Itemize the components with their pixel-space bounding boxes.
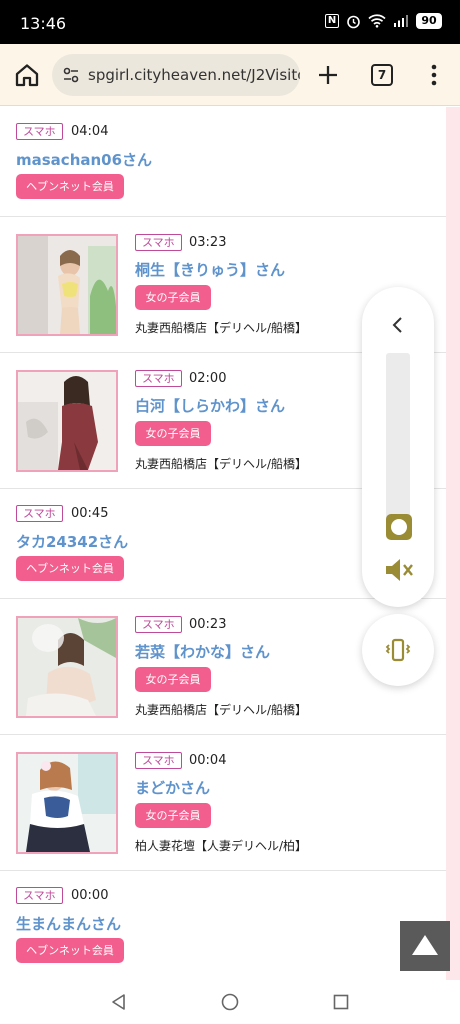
status-time: 13:46 bbox=[20, 14, 67, 33]
back-to-top-button[interactable] bbox=[400, 921, 450, 971]
url-text[interactable]: spgirl.cityheaven.net/J2VisitorH bbox=[88, 66, 300, 84]
girl-member-button[interactable]: 女の子会員 bbox=[135, 667, 211, 692]
vibrate-panel bbox=[362, 614, 434, 686]
new-tab-icon[interactable] bbox=[315, 62, 341, 88]
nfc-icon: N bbox=[325, 14, 339, 28]
list-item[interactable]: スマホ 00:04 まどかさん 女の子会員 柏人妻花壇【人妻デリヘル/柏】 bbox=[0, 735, 446, 871]
vibrate-icon[interactable] bbox=[384, 636, 412, 664]
visitor-name[interactable]: 若菜【わかな】さん bbox=[135, 641, 270, 662]
profile-photo[interactable] bbox=[16, 234, 118, 336]
more-menu-icon[interactable] bbox=[425, 62, 443, 88]
address-bar[interactable]: spgirl.cityheaven.net/J2VisitorH bbox=[52, 54, 300, 96]
chevron-left-icon[interactable] bbox=[389, 315, 407, 335]
volume-slider[interactable] bbox=[386, 353, 410, 539]
profile-photo[interactable] bbox=[16, 616, 118, 718]
nav-back-icon[interactable] bbox=[110, 993, 128, 1011]
battery-icon: 90 bbox=[416, 13, 442, 29]
signal-icon bbox=[394, 15, 408, 27]
list-item[interactable]: スマホ 00:00 生まんまんさん ヘブンネット会員 bbox=[0, 871, 446, 981]
device-badge: スマホ bbox=[135, 616, 182, 633]
wifi-icon bbox=[368, 14, 386, 28]
shop-name[interactable]: 丸妻西船橋店【デリヘル/船橋】 bbox=[135, 319, 307, 336]
list-item[interactable]: スマホ 04:04 masachan06さん ヘブンネット会員 bbox=[0, 107, 446, 217]
device-badge: スマホ bbox=[135, 234, 182, 251]
device-badge: スマホ bbox=[16, 887, 63, 904]
girl-member-button[interactable]: 女の子会員 bbox=[135, 803, 211, 828]
browser-toolbar: spgirl.cityheaven.net/J2VisitorH 7 bbox=[0, 44, 460, 106]
visitor-name[interactable]: タカ24342さん bbox=[16, 531, 128, 552]
status-bar: 13:46 N 90 bbox=[0, 0, 460, 44]
site-settings-icon[interactable] bbox=[62, 66, 80, 84]
visit-time: 00:04 bbox=[189, 753, 227, 768]
alarm-icon bbox=[347, 15, 360, 28]
nav-recents-icon[interactable] bbox=[333, 994, 349, 1010]
visitor-name[interactable]: 桐生【きりゅう】さん bbox=[135, 259, 285, 280]
shop-name[interactable]: 柏人妻花壇【人妻デリヘル/柏】 bbox=[135, 837, 307, 854]
visitor-name[interactable]: 生まんまんさん bbox=[16, 913, 121, 934]
visit-time: 03:23 bbox=[189, 235, 227, 250]
visitor-name[interactable]: masachan06さん bbox=[16, 149, 152, 170]
profile-photo[interactable] bbox=[16, 370, 118, 472]
device-badge: スマホ bbox=[135, 752, 182, 769]
arrow-up-icon bbox=[412, 935, 438, 955]
system-nav-bar bbox=[0, 980, 460, 1024]
visitor-name[interactable]: 白河【しらかわ】さん bbox=[135, 395, 285, 416]
girl-member-button[interactable]: 女の子会員 bbox=[135, 421, 211, 446]
nav-home-icon[interactable] bbox=[221, 993, 239, 1011]
visitor-name[interactable]: まどかさん bbox=[135, 777, 210, 798]
profile-photo[interactable] bbox=[16, 752, 118, 854]
girl-member-button[interactable]: 女の子会員 bbox=[135, 285, 211, 310]
visit-time: 02:00 bbox=[189, 371, 227, 386]
heaven-member-button[interactable]: ヘブンネット会員 bbox=[16, 938, 124, 963]
volume-mute-icon[interactable] bbox=[383, 555, 415, 585]
volume-panel bbox=[362, 287, 434, 607]
visit-time: 00:00 bbox=[71, 888, 109, 903]
visit-time: 04:04 bbox=[71, 124, 109, 139]
device-badge: スマホ bbox=[16, 505, 63, 522]
visit-time: 00:23 bbox=[189, 617, 227, 632]
status-icons: N 90 bbox=[325, 13, 442, 29]
device-badge: スマホ bbox=[135, 370, 182, 387]
shop-name[interactable]: 丸妻西船橋店【デリヘル/船橋】 bbox=[135, 455, 307, 472]
shop-name[interactable]: 丸妻西船橋店【デリヘル/船橋】 bbox=[135, 701, 307, 718]
heaven-member-button[interactable]: ヘブンネット会員 bbox=[16, 174, 124, 199]
volume-slider-thumb[interactable] bbox=[386, 514, 412, 540]
heaven-member-button[interactable]: ヘブンネット会員 bbox=[16, 556, 124, 581]
device-badge: スマホ bbox=[16, 123, 63, 140]
tab-switcher-button[interactable]: 7 bbox=[371, 64, 393, 86]
home-icon[interactable] bbox=[14, 62, 40, 88]
visit-time: 00:45 bbox=[71, 506, 109, 521]
